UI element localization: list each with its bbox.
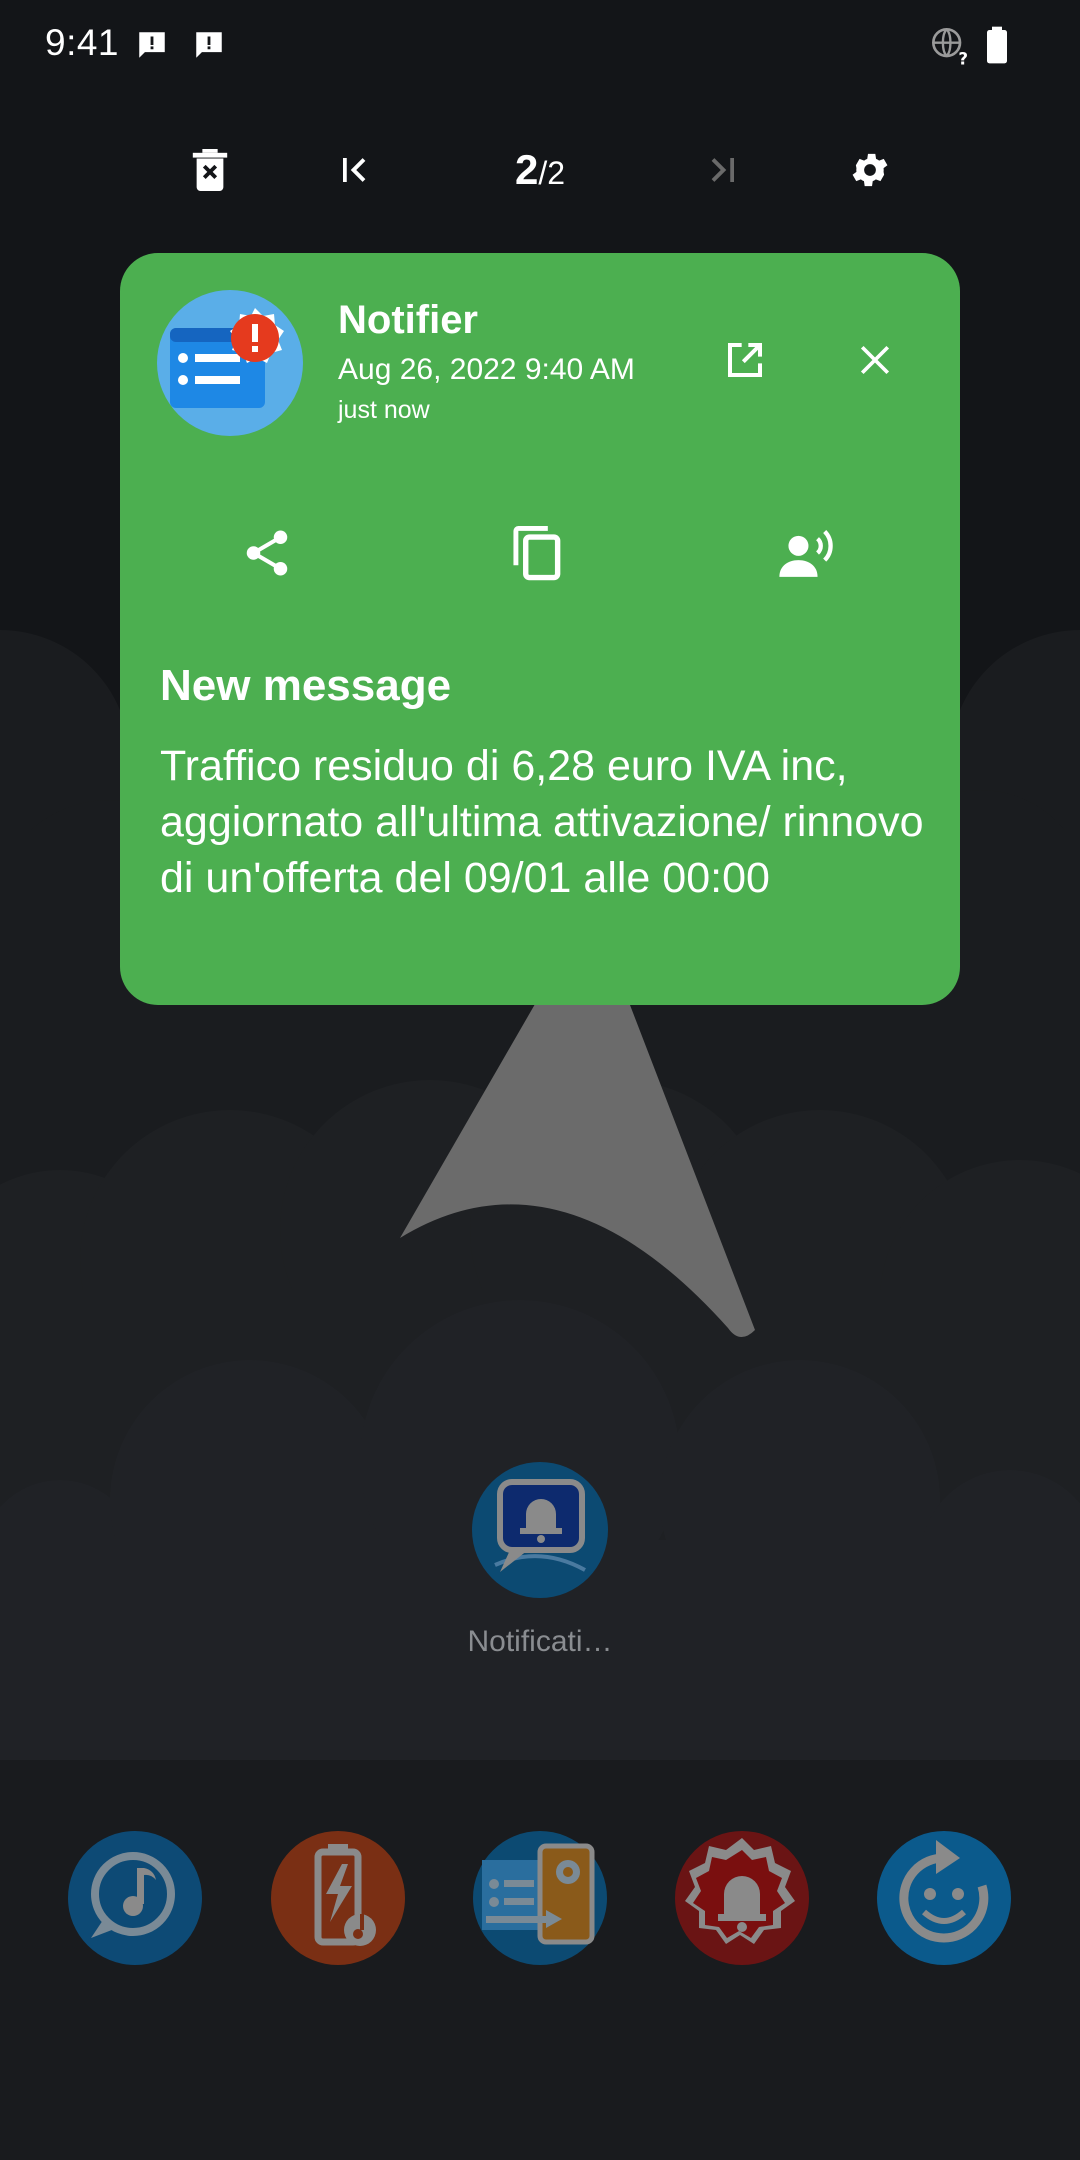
notification-card[interactable]: Notifier Aug 26, 2022 9:40 AM just now N… [120, 253, 960, 1005]
message-body: Traffico residuo di 6,28 euro IVA inc, a… [160, 742, 924, 902]
share-icon [246, 530, 288, 576]
music-chat-app-icon[interactable] [67, 1830, 203, 1966]
first-page-button[interactable] [315, 130, 395, 210]
copy-icon [513, 526, 561, 581]
message-alert-icon [196, 32, 222, 58]
copy-button[interactable] [498, 513, 578, 593]
first-page-icon [343, 158, 366, 182]
page-counter: 2/2 [480, 140, 600, 200]
status-time: 9:41 [45, 22, 120, 63]
open-app-button[interactable] [705, 320, 785, 400]
battery-sound-app-icon[interactable] [270, 1830, 406, 1966]
delete-icon [192, 149, 228, 191]
page-separator: / [538, 155, 548, 191]
last-page-icon [711, 158, 734, 182]
message-alert-icon [139, 32, 165, 58]
notification-relative-time: just now [338, 396, 430, 424]
page-current: 2 [514, 146, 539, 193]
settings-button[interactable] [830, 130, 910, 210]
open-external-icon [728, 343, 762, 377]
page-total: 2 [547, 155, 566, 191]
close-icon [860, 345, 890, 375]
refresh-face-app-icon[interactable] [876, 1830, 1012, 1966]
screen: 9:41 ? 2/2 Notifier Aug 26, 2022 9:40 AM… [0, 0, 1080, 2160]
close-button[interactable] [835, 320, 915, 400]
notifier-app-icon [157, 290, 303, 436]
notification-app-icon[interactable] [470, 1460, 610, 1600]
globe-unknown-icon: ? [932, 28, 968, 66]
battery-icon [987, 26, 1007, 64]
settings-icon [852, 153, 888, 187]
svg-text:?: ? [958, 49, 968, 66]
delete-button[interactable] [170, 130, 250, 210]
status-bar: 9:41 ? [0, 0, 1080, 90]
alert-app-icon[interactable] [674, 1830, 810, 1966]
last-page-button[interactable] [682, 130, 762, 210]
speak-icon [779, 530, 833, 577]
notifier-settings-app-icon[interactable] [472, 1830, 608, 1966]
notification-date: Aug 26, 2022 9:40 AM [338, 353, 635, 386]
share-button[interactable] [227, 513, 307, 593]
notification-toolbar: 2/2 [0, 130, 1080, 210]
speak-button[interactable] [768, 513, 848, 593]
home-app-label: Notificati… [467, 1625, 613, 1658]
app-name: Notifier [338, 298, 478, 342]
message-title: New message [160, 661, 452, 710]
